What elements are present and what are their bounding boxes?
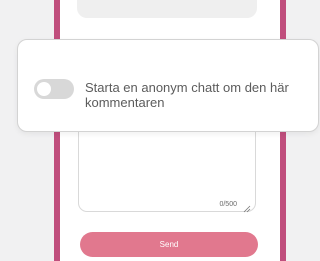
send-button[interactable]: Send (80, 232, 258, 257)
anonymous-chat-label: Starta en anonym chatt om den här kommen… (85, 80, 289, 110)
char-counter: 0/500 (219, 201, 237, 208)
toggle-knob (37, 82, 51, 96)
resize-handle-icon[interactable] (243, 200, 251, 213)
anonymous-chat-toggle[interactable] (34, 79, 74, 99)
top-input-field[interactable] (77, 0, 257, 18)
anonymous-chat-popup: Starta en anonym chatt om den här kommen… (17, 39, 319, 132)
